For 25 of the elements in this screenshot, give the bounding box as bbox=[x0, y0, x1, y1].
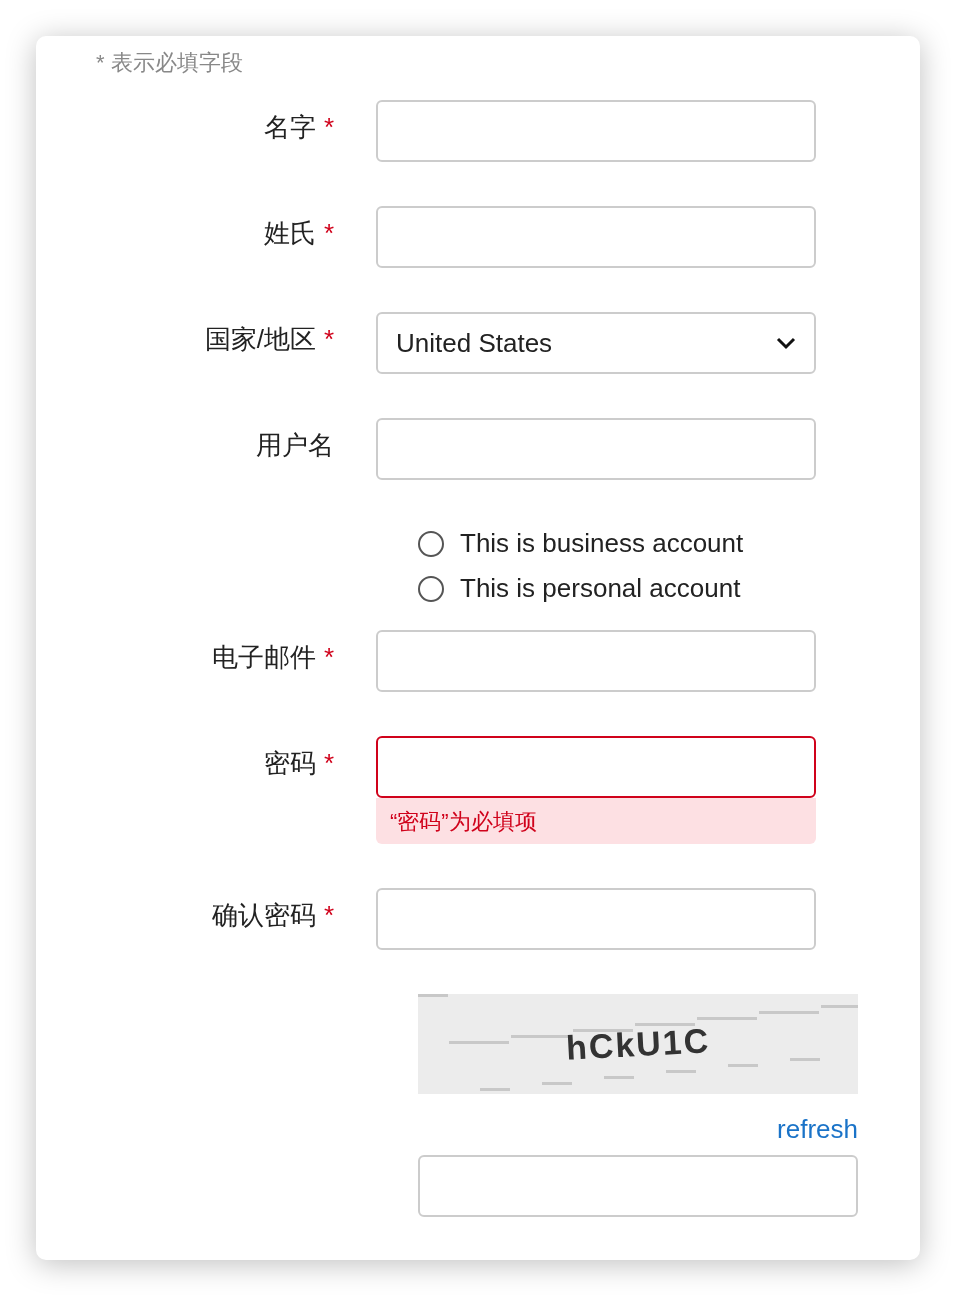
field-label: 确认密码 bbox=[211, 899, 316, 932]
chevron-down-icon bbox=[776, 336, 796, 350]
error-message: “密码”为必填项 bbox=[390, 807, 537, 836]
text-field[interactable] bbox=[376, 736, 816, 798]
field-label: 电子邮件 bbox=[211, 641, 316, 674]
field-label: 用户名 bbox=[256, 429, 334, 462]
captcha-input[interactable] bbox=[418, 1155, 858, 1217]
required-note: * 表示必填字段 bbox=[96, 50, 243, 75]
radio-button[interactable] bbox=[418, 575, 444, 602]
field-label: 姓氏 bbox=[263, 217, 316, 250]
required-mark: * bbox=[323, 641, 334, 674]
radio-label: This is business account bbox=[460, 527, 744, 560]
required-mark: * bbox=[323, 747, 334, 780]
refresh-link[interactable]: refresh bbox=[777, 1110, 858, 1149]
field-label: 密码 bbox=[263, 747, 316, 780]
field-label: 国家/地区 bbox=[204, 323, 316, 356]
required-mark: * bbox=[323, 111, 334, 144]
required-mark: * bbox=[323, 899, 334, 932]
field-label: 名字 bbox=[263, 111, 316, 144]
country-select[interactable]: United States bbox=[376, 312, 816, 374]
required-mark: * bbox=[323, 217, 334, 250]
captcha-text: hCkU1C bbox=[564, 1019, 712, 1069]
required-mark: * bbox=[323, 323, 334, 356]
radio-button[interactable] bbox=[418, 530, 444, 557]
radio-label: This is personal account bbox=[460, 572, 741, 605]
